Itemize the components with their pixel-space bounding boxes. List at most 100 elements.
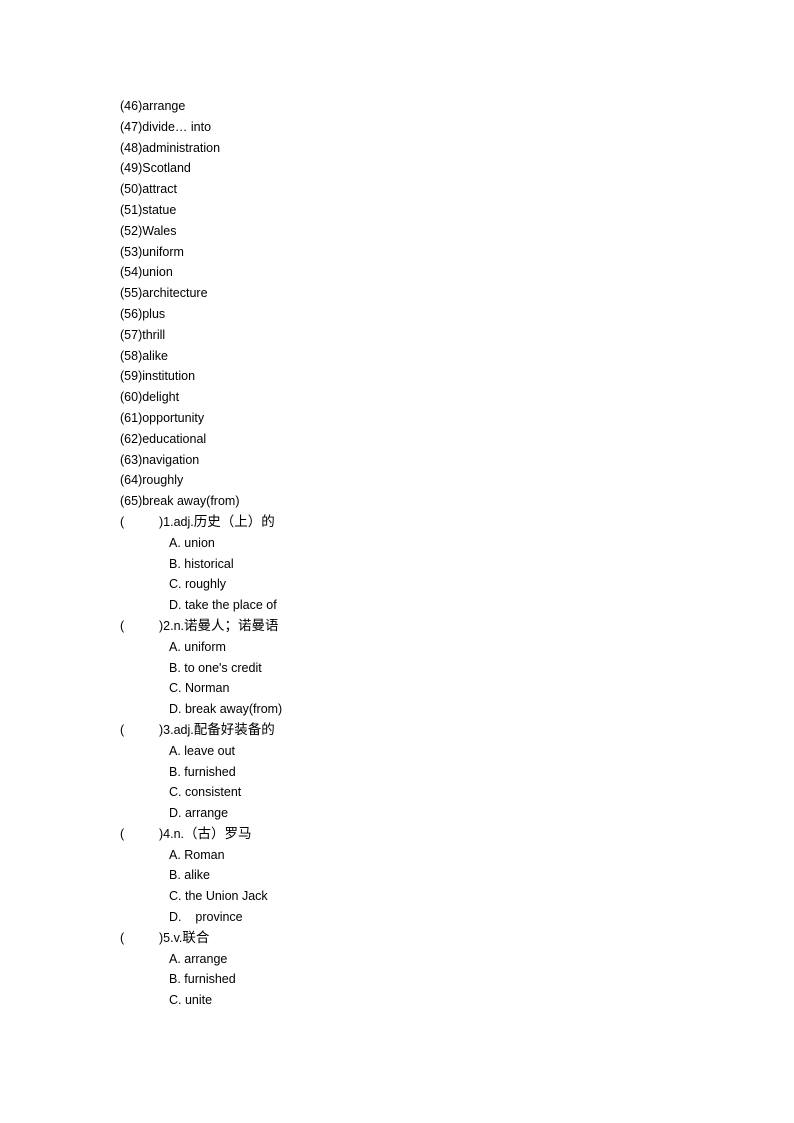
vocab-number: (51)	[120, 202, 143, 217]
question-list: ()1.adj.历史（上）的 A. union B. historical C. ro…	[120, 512, 680, 1011]
vocab-item: (57)thrill	[120, 325, 680, 346]
answer-option: D. take the place of	[169, 598, 277, 613]
question-item: ( )3.adj.配备好装备的 A. leave out B. furnished C.…	[120, 720, 680, 824]
vocab-item: (49)Scotland	[120, 158, 680, 179]
vocab-word: Scotland	[142, 161, 191, 176]
vocab-item: (63)navigation	[120, 450, 680, 471]
answer-option: B. historical	[169, 556, 234, 571]
vocab-number: (60)	[120, 390, 143, 405]
vocab-item: (48)administration	[120, 138, 680, 159]
question-stem: ( )5.v.联合	[120, 928, 680, 949]
answer-option: C. unite	[169, 993, 213, 1008]
answer-option: D. break away(from)	[169, 702, 283, 717]
question-meaning: 联合	[182, 929, 210, 945]
answer-option: A. union	[169, 535, 215, 550]
question-stem: ( )2.n.诺曼人；诺曼语	[120, 616, 680, 637]
vocab-word: administration	[142, 140, 221, 155]
answer-option: D. province	[169, 910, 243, 925]
vocab-word: navigation	[142, 452, 200, 467]
question-item: ()1.adj.历史（上）的 A. union B. historical C. ro…	[120, 512, 680, 616]
answer-option: B. to one's credit	[169, 660, 262, 675]
question-prefix: )4.n.	[159, 826, 185, 841]
question-stem: ()1.adj.历史（上）的	[120, 512, 680, 533]
answer-option: C. roughly	[169, 577, 226, 592]
vocab-number: (58)	[120, 348, 143, 363]
vocab-item: (50)attract	[120, 179, 680, 200]
vocab-item: (56)plus	[120, 304, 680, 325]
vocab-number: (57)	[120, 327, 143, 342]
vocab-word: plus	[142, 306, 166, 321]
vocab-word: Wales	[142, 223, 177, 238]
vocab-word: alike	[142, 348, 168, 363]
vocab-word: architecture	[142, 286, 208, 301]
document-page: (46)arrange (47)divide… into (48)administr…	[120, 96, 680, 1011]
question-meaning: 诺曼人；诺曼语	[184, 617, 279, 633]
answer-option: D. arrange	[169, 806, 229, 821]
question-prefix: )2.n.	[159, 618, 185, 633]
vocab-item: (52)Wales	[120, 221, 680, 242]
vocab-word: uniform	[142, 244, 184, 259]
answer-option: B. furnished	[169, 972, 236, 987]
answer-option: C. Norman	[169, 681, 230, 696]
vocab-number: (50)	[120, 182, 143, 197]
answer-blank[interactable]: (	[120, 720, 124, 741]
vocab-number: (46)	[120, 99, 143, 113]
question-meaning: 历史（上）的	[193, 513, 275, 529]
vocab-number: (61)	[120, 410, 143, 425]
vocab-item: (47)divide… into	[120, 117, 680, 138]
answer-option: B. alike	[169, 868, 210, 883]
vocab-number: (48)	[120, 140, 143, 155]
vocab-item: (53)uniform	[120, 242, 680, 263]
question-text: )3.adj.配备好装备的	[159, 720, 275, 741]
vocab-number: (52)	[120, 223, 143, 238]
answer-blank[interactable]: (	[120, 616, 124, 637]
question-text: )5.v.联合	[159, 928, 209, 949]
vocab-item: (61)opportunity	[120, 408, 680, 429]
vocab-item: (54)union	[120, 262, 680, 283]
vocab-word: attract	[142, 182, 177, 197]
vocab-item: (46)arrange	[120, 96, 680, 117]
vocab-number: (64)	[120, 473, 143, 488]
vocab-list: (46)arrange (47)divide… into (48)administr…	[120, 96, 680, 512]
question-item: ()4.n.（古）罗马 A. Roman B. alike C. the Union …	[120, 824, 680, 928]
question-prefix: )5.v.	[159, 930, 183, 945]
vocab-item: (55)architecture	[120, 283, 680, 304]
answer-blank[interactable]: (	[120, 824, 124, 845]
vocab-item: (62)educational	[120, 429, 680, 450]
vocab-item: (59)institution	[120, 366, 680, 387]
answer-option: A. arrange	[169, 951, 228, 966]
answer-option: B. furnished	[169, 764, 236, 779]
vocab-item: (58)alike	[120, 346, 680, 367]
vocab-item: (51)statue	[120, 200, 680, 221]
question-item: ()2.n.诺曼人；诺曼语 A. uniform B. to one's credi…	[120, 616, 680, 720]
vocab-word: divide… into	[142, 119, 212, 134]
vocab-word: roughly	[142, 473, 184, 488]
vocab-number: (62)	[120, 431, 143, 446]
question-item: ( )5.v.联合 A. arrange B. furnished C. unite	[120, 928, 680, 1011]
vocab-word: opportunity	[142, 410, 205, 425]
question-stem: ( )4.n.（古）罗马	[120, 824, 680, 845]
vocab-word: thrill	[142, 327, 166, 342]
vocab-number: (59)	[120, 369, 143, 384]
question-prefix: )3.adj.	[159, 722, 194, 737]
vocab-word: educational	[142, 431, 207, 446]
vocab-number: (47)	[120, 119, 143, 134]
vocab-number: (65)	[120, 494, 143, 509]
vocab-word: break away(from)	[142, 494, 240, 509]
question-meaning: 配备好装备的	[193, 721, 275, 737]
vocab-item: (60)delight	[120, 387, 680, 408]
question-meaning: （古）罗马	[184, 825, 252, 841]
vocab-word: arrange	[142, 99, 186, 113]
question-text: )4.n.（古）罗马	[159, 824, 252, 845]
vocab-word: statue	[142, 202, 177, 217]
answer-option: A. Roman	[169, 847, 225, 862]
question-stem: ( )3.adj.配备好装备的	[120, 720, 680, 741]
answer-blank[interactable]: (	[120, 928, 124, 949]
vocab-number: (54)	[120, 265, 143, 280]
vocab-item: (65)break away(from)	[120, 491, 680, 512]
vocab-number: (63)	[120, 452, 143, 467]
vocab-number: (55)	[120, 286, 143, 301]
answer-option: A. leave out	[169, 743, 236, 758]
answer-option: C. consistent	[169, 785, 242, 800]
answer-blank[interactable]: (	[120, 512, 124, 533]
